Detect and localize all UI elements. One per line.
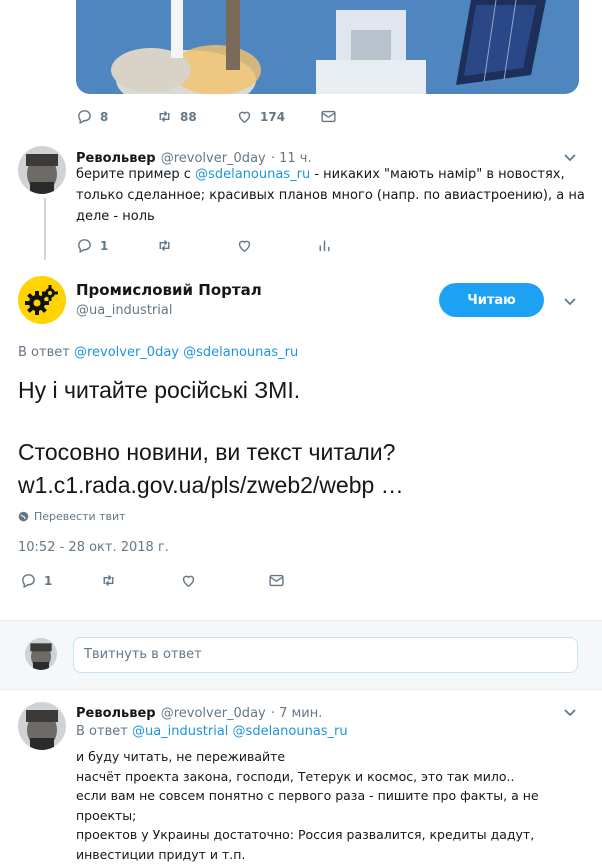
message-button[interactable] xyxy=(268,572,285,589)
reply-count: 1 xyxy=(100,238,109,253)
gear-icon xyxy=(18,276,66,324)
top-tweet-actions: 8 88 174 xyxy=(76,108,337,125)
text-suffix: - никаких "мають намір" в новостях, xyxy=(310,167,565,182)
tweet-text-line: Стосовно новини, ви текст читали? xyxy=(18,439,396,465)
retweet-button[interactable] xyxy=(100,572,180,589)
retweet-icon xyxy=(159,111,170,122)
tweet-media-image[interactable] xyxy=(76,0,579,94)
reply-count: 1 xyxy=(44,573,53,588)
reply-button[interactable]: 8 xyxy=(76,108,156,125)
tweet-header: Револьвер @revolver_0day · 7 мин. xyxy=(76,702,322,721)
author-handle[interactable]: @ua_industrial xyxy=(76,303,172,318)
follow-button[interactable]: Читаю xyxy=(439,283,544,317)
like-button[interactable] xyxy=(180,572,268,589)
heart-icon xyxy=(238,240,251,253)
tweet-time[interactable]: · 7 мин. xyxy=(271,706,323,721)
reply-to-label: В ответ xyxy=(18,345,70,360)
text-line: проекты; xyxy=(76,807,137,823)
avatar[interactable] xyxy=(18,702,66,750)
reply-count: 8 xyxy=(100,109,109,124)
avatar[interactable] xyxy=(18,146,66,194)
text-line: если вам не совсем понятно с первого раз… xyxy=(76,788,539,803)
like-button[interactable] xyxy=(236,237,316,254)
mention-link[interactable]: @sdelanounas_ru xyxy=(183,345,298,360)
reply-input[interactable]: Твитнуть в ответ xyxy=(73,637,578,673)
text-line: инвестиции придут и т.п. xyxy=(76,846,246,862)
retweet-button[interactable]: 88 xyxy=(156,108,236,125)
reply-icon xyxy=(22,574,35,589)
retweet-icon xyxy=(103,575,114,586)
retweet-button[interactable] xyxy=(156,237,236,254)
retweet-count: 88 xyxy=(180,109,197,124)
tweet-timestamp[interactable]: 10:52 - 28 окт. 2018 г. xyxy=(18,540,169,555)
envelope-icon xyxy=(269,574,284,587)
reply-icon xyxy=(78,110,91,125)
thread-connector xyxy=(44,198,46,260)
text-line: проектов у Украины достаточно: Россия ра… xyxy=(76,827,535,842)
chevron-down-icon[interactable] xyxy=(562,293,578,309)
author-handle[interactable]: @revolver_0day xyxy=(161,706,266,721)
analytics-icon xyxy=(319,240,330,252)
retweet-icon xyxy=(159,240,170,251)
like-count: 174 xyxy=(260,109,286,124)
text-line: насчёт проекта закона, господи, Тетерук … xyxy=(76,768,515,784)
text-line: только сделанное; красивых планов много … xyxy=(76,188,585,203)
avatar[interactable] xyxy=(18,276,66,324)
reply-context: В ответ @revolver_0day @sdelanounas_ru xyxy=(18,345,298,360)
translate-link[interactable]: Перевести твит xyxy=(18,510,126,523)
mention-link[interactable]: @sdelanounas_ru xyxy=(195,167,310,182)
mention-link[interactable]: @ua_industrial xyxy=(132,724,228,739)
reply-button[interactable]: 1 xyxy=(76,237,156,254)
translate-label: Перевести твит xyxy=(34,510,126,523)
reply-context: В ответ @ua_industrial @sdelanounas_ru xyxy=(76,724,348,739)
globe-icon xyxy=(18,511,29,522)
tweet-text: берите пример с @sdelanounas_ru - никаки… xyxy=(76,164,585,227)
mention-link[interactable]: @sdelanounas_ru xyxy=(233,724,348,739)
reply-button[interactable]: 1 xyxy=(20,572,100,589)
analytics-button[interactable] xyxy=(316,237,333,254)
text-line: деле - ноль xyxy=(76,209,155,224)
avatar xyxy=(25,638,57,670)
like-button[interactable]: 174 xyxy=(236,108,320,125)
chevron-down-icon[interactable] xyxy=(562,704,578,720)
text-line: и буду читать, не переживайте xyxy=(76,749,286,764)
author-name[interactable]: Промисловий Портал xyxy=(76,281,262,299)
tweet-text: и буду читать, не переживайте насчёт про… xyxy=(76,747,586,864)
mention-link[interactable]: @revolver_0day xyxy=(74,345,179,360)
reply-to-label: В ответ xyxy=(76,724,128,739)
chevron-down-icon[interactable] xyxy=(562,149,578,165)
reply1-actions: 1 xyxy=(76,237,333,254)
tweet-url-link[interactable]: w1.c1.rada.gov.ua/pls/zweb2/webp … xyxy=(18,470,404,500)
author-name[interactable]: Револьвер xyxy=(76,706,156,721)
text-prefix: берите пример с xyxy=(76,167,196,182)
reply-icon xyxy=(78,239,91,254)
main-tweet-actions: 1 xyxy=(20,572,285,589)
heart-icon xyxy=(238,111,251,124)
message-button[interactable] xyxy=(320,108,337,125)
tweet-text-line: Ну і читайте російські ЗМІ. xyxy=(18,377,301,403)
heart-icon xyxy=(182,575,195,588)
envelope-icon xyxy=(321,110,336,123)
